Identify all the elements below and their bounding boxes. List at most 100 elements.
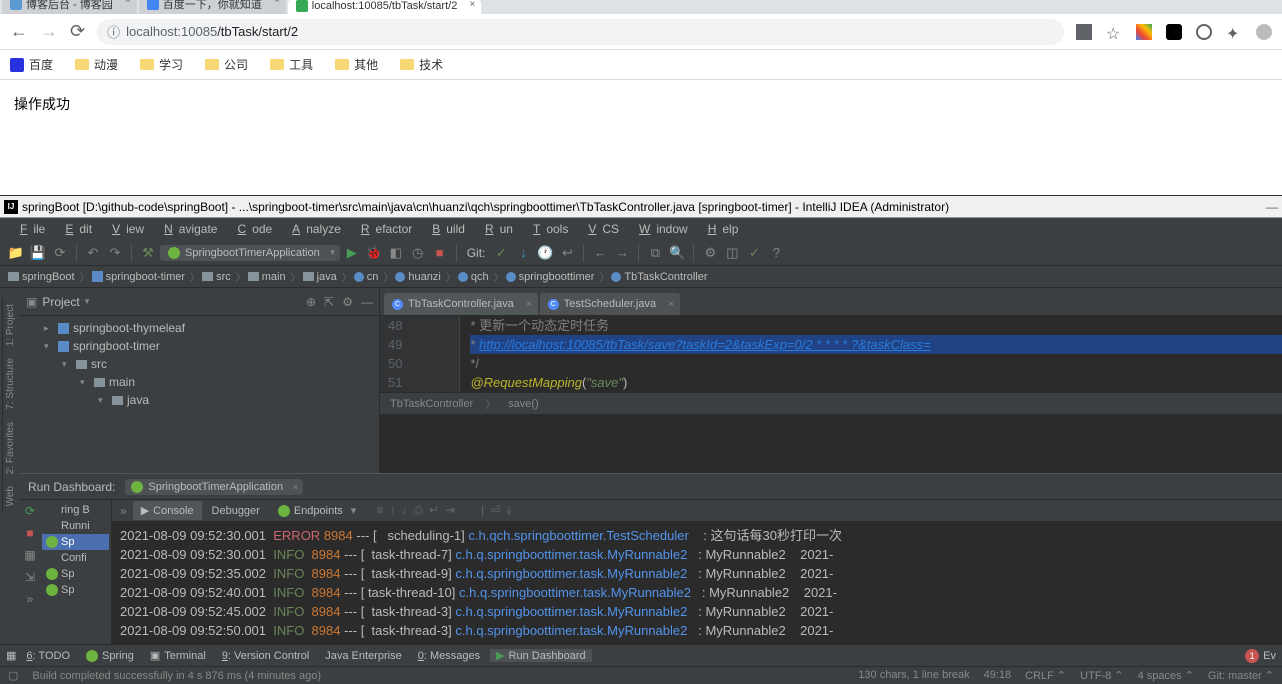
rerun-icon[interactable]: ⟳ (25, 504, 35, 518)
collapse-icon[interactable]: ⇱ (324, 295, 334, 309)
minimize-icon[interactable]: — (1266, 200, 1278, 214)
menu-item[interactable]: Run (473, 222, 519, 236)
bottom-bar-item[interactable]: Java Enterprise (319, 650, 407, 662)
cursor-position[interactable]: 49:18 (984, 669, 1012, 682)
tree-item[interactable]: ▾springboot-timer (20, 337, 379, 355)
menu-item[interactable]: Help (696, 222, 745, 236)
search-icon[interactable]: ⧉ (645, 243, 665, 263)
browser-tab-active[interactable]: localhost:10085/tbTask/start/2× (288, 0, 482, 14)
run-config-item[interactable]: Sp (42, 582, 109, 598)
tool-window-icon[interactable]: ▦ (6, 649, 16, 662)
side-tab-web[interactable]: Web (2, 480, 18, 512)
browser-tab[interactable]: 博客后台 - 博客园× (2, 0, 137, 14)
grid-icon[interactable] (1076, 24, 1092, 40)
bottom-bar-item[interactable]: ▶Run Dashboard (490, 649, 592, 662)
bookmark-star-icon[interactable]: ☆ (1106, 24, 1122, 40)
save-icon[interactable]: 💾 (28, 243, 48, 263)
run-dash-tree[interactable]: ring BRunniSpConfiSpSp (40, 500, 112, 644)
profile-icon[interactable]: ◷ (408, 243, 428, 263)
ext-icon[interactable] (1196, 24, 1212, 40)
menu-item[interactable]: Analyze (280, 222, 347, 236)
run-config-selector[interactable]: SpringbootTimerApplication (160, 245, 340, 261)
reload-button[interactable]: ⟳ (70, 21, 85, 42)
ext-icon[interactable] (1136, 24, 1152, 40)
close-icon[interactable]: × (293, 482, 298, 492)
side-tab-favorites[interactable]: 2: Favorites (2, 416, 18, 480)
hammer-icon[interactable]: ⚒ (138, 243, 158, 263)
menu-item[interactable]: Tools (521, 222, 574, 236)
run-config-item[interactable]: Runni (42, 518, 109, 534)
back-nav-icon[interactable]: ← (590, 243, 610, 263)
close-icon[interactable]: × (668, 299, 674, 310)
close-icon[interactable]: × (274, 0, 280, 6)
code-editor[interactable]: 48495051 * 更新一个动态定时任务 * http://localhost… (380, 316, 1282, 392)
undo-icon[interactable]: ↶ (83, 243, 103, 263)
menu-item[interactable]: File (8, 222, 51, 236)
tree-item[interactable]: ▸springboot-thymeleaf (20, 319, 379, 337)
menu-item[interactable]: Build (420, 222, 471, 236)
tool-icon[interactable]: ⎙ (413, 503, 423, 518)
bottom-bar-item[interactable]: 9: Version Control (216, 650, 315, 662)
extensions-icon[interactable]: ✦ (1226, 24, 1242, 40)
expand-icon[interactable]: ⇲ (25, 570, 35, 584)
debugger-tab[interactable]: Debugger (204, 502, 268, 520)
more-icon[interactable]: » (27, 592, 34, 606)
crumb-class[interactable]: TbTaskController (390, 398, 473, 410)
back-button[interactable]: ← (10, 21, 28, 42)
bookmark-item[interactable]: 学习 (140, 56, 183, 73)
breadcrumb-item[interactable]: cn (354, 269, 394, 284)
run-icon[interactable]: ▶ (342, 243, 362, 263)
stop-icon[interactable]: ■ (26, 526, 33, 540)
event-log[interactable]: Ev (1263, 650, 1276, 662)
bookmark-item[interactable]: 动漫 (75, 56, 118, 73)
bottom-bar-item[interactable]: ▣Terminal (144, 649, 212, 662)
tool-icon[interactable]: ⇥ (445, 503, 455, 518)
git-update-icon[interactable]: ↓ (513, 243, 533, 263)
close-icon[interactable]: × (469, 0, 475, 10)
run-dash-app-tab[interactable]: SpringbootTimerApplication× (125, 479, 303, 495)
browser-tab[interactable]: 百度一下，你就知道× (139, 0, 286, 14)
gear-icon[interactable]: ⚙ (342, 295, 353, 309)
project-tree[interactable]: ▸springboot-thymeleaf▾springboot-timer▾s… (20, 316, 379, 473)
expand-icon[interactable]: » (116, 504, 131, 518)
breadcrumb-item[interactable]: springboot-timer (92, 269, 200, 284)
forward-nav-icon[interactable]: → (612, 243, 632, 263)
breadcrumb-item[interactable]: main (248, 269, 301, 284)
menu-item[interactable]: Refactor (349, 222, 418, 236)
tree-item[interactable]: ▾main (20, 373, 379, 391)
crumb-method[interactable]: save() (508, 398, 539, 410)
layout-icon[interactable]: ▦ (24, 548, 35, 562)
hide-icon[interactable]: — (361, 295, 373, 309)
run-config-item[interactable]: Sp (42, 566, 109, 582)
down-icon[interactable]: ↓ (401, 503, 407, 518)
tool-icon[interactable]: ↵ (429, 503, 439, 518)
tool-icon[interactable]: ≡ (376, 503, 383, 518)
console-output[interactable]: 2021-08-09 09:52:30.001 ERROR 8984 --- [… (112, 522, 1282, 644)
bookmark-item[interactable]: 技术 (400, 56, 443, 73)
editor-tab[interactable]: CTestScheduler.java× (540, 293, 680, 315)
help-icon[interactable]: ? (766, 243, 786, 263)
breadcrumb-item[interactable]: java (303, 269, 352, 284)
pass-icon[interactable]: ✓ (744, 243, 764, 263)
console-tab[interactable]: ▶Console (133, 501, 202, 520)
forward-button[interactable]: → (40, 21, 58, 42)
bookmark-item[interactable]: 其他 (335, 56, 378, 73)
menu-item[interactable]: View (100, 222, 150, 236)
stop-icon[interactable]: ■ (430, 243, 450, 263)
git-branch[interactable]: Git: master ⌃ (1208, 669, 1274, 682)
side-tab-project[interactable]: 1: Project (2, 298, 18, 352)
tree-item[interactable]: ▾src (20, 355, 379, 373)
bookmark-item[interactable]: 百度 (10, 56, 53, 73)
breadcrumb-item[interactable]: TbTaskController (611, 271, 712, 283)
breadcrumb-item[interactable]: springBoot (8, 269, 90, 284)
close-icon[interactable]: × (526, 299, 532, 310)
address-bar[interactable]: ⓘ localhost:10085/tbTask/start/2 (97, 19, 1064, 45)
menu-item[interactable]: Code (225, 222, 278, 236)
menu-item[interactable]: Edit (53, 222, 98, 236)
run-config-item[interactable]: Confi (42, 550, 109, 566)
git-commit-icon[interactable]: ✓ (491, 243, 511, 263)
bookmark-item[interactable]: 工具 (270, 56, 313, 73)
close-icon[interactable]: × (125, 0, 131, 6)
coverage-icon[interactable]: ◧ (386, 243, 406, 263)
wrap-icon[interactable]: ⏎ (490, 503, 500, 518)
